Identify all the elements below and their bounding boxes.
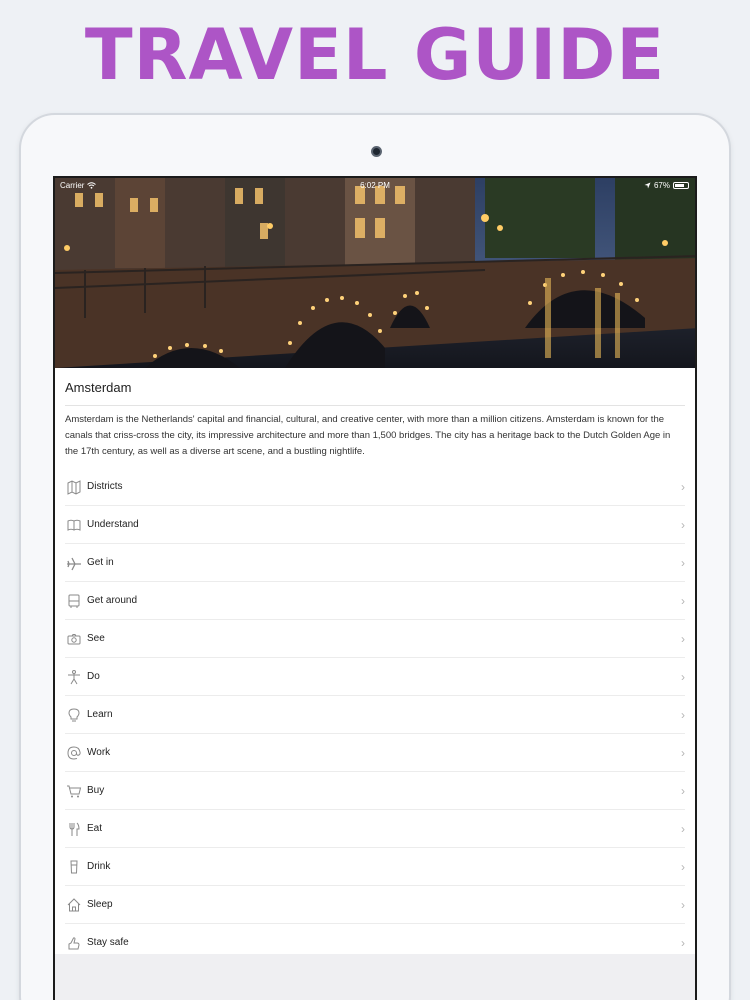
status-time: 6:02 PM: [360, 181, 390, 190]
cart-icon: [65, 782, 83, 800]
lightbulb-icon: [65, 706, 83, 724]
chevron-right-icon: ›: [681, 669, 685, 684]
hero-image: Carrier 6:02 PM 67%: [55, 178, 695, 368]
front-camera: [371, 146, 382, 157]
person-icon: [65, 668, 83, 686]
menu-item-buy[interactable]: Buy ›: [65, 772, 685, 810]
menu-item-label: Eat: [87, 823, 103, 834]
hand-icon: [65, 934, 83, 952]
menu-item-drink[interactable]: Drink ›: [65, 848, 685, 886]
chevron-right-icon: ›: [681, 745, 685, 760]
menu-item-label: Understand: [87, 519, 139, 530]
menu-item-get-around[interactable]: Get around ›: [65, 582, 685, 620]
menu-item-understand[interactable]: Understand ›: [65, 506, 685, 544]
chevron-right-icon: ›: [681, 555, 685, 570]
plane-icon: [65, 554, 83, 572]
location-arrow-icon: [644, 182, 651, 189]
glass-icon: [65, 858, 83, 876]
city-content: Amsterdam Amsterdam is the Netherlands' …: [55, 368, 695, 962]
city-title: Amsterdam: [65, 368, 685, 406]
chevron-right-icon: ›: [681, 897, 685, 912]
menu-item-see[interactable]: See ›: [65, 620, 685, 658]
chevron-right-icon: ›: [681, 821, 685, 836]
menu-item-label: Work: [87, 747, 111, 758]
map-icon: [65, 478, 83, 496]
chevron-right-icon: ›: [681, 631, 685, 646]
menu-item-label: See: [87, 633, 105, 644]
chevron-right-icon: ›: [681, 707, 685, 722]
menu-item-work[interactable]: Work ›: [65, 734, 685, 772]
chevron-right-icon: ›: [681, 593, 685, 608]
at-icon: [65, 744, 83, 762]
menu-item-eat[interactable]: Eat ›: [65, 810, 685, 848]
battery-percent: 67%: [653, 181, 670, 190]
cutlery-icon: [65, 820, 83, 838]
menu-item-label: Get around: [87, 595, 138, 606]
book-icon: [65, 516, 83, 534]
chevron-right-icon: ›: [681, 859, 685, 874]
menu-item-learn[interactable]: Learn ›: [65, 696, 685, 734]
chevron-right-icon: ›: [681, 935, 685, 950]
battery-icon: [673, 182, 689, 189]
menu-item-districts[interactable]: Districts ›: [65, 468, 685, 506]
section-menu: Districts › Understand › Get in › Get around › S…: [65, 468, 685, 962]
promo-headline: TRAVEL GUIDE: [84, 14, 666, 96]
menu-item-label: Do: [87, 671, 100, 682]
chevron-right-icon: ›: [681, 517, 685, 532]
device-screen: Carrier 6:02 PM 67% Amsterdam Amsterdam …: [53, 176, 697, 1000]
city-description: Amsterdam is the Netherlands' capital an…: [65, 414, 671, 457]
menu-item-label: Buy: [87, 785, 105, 796]
menu-item-label: Sleep: [87, 899, 113, 910]
camera-icon: [65, 630, 83, 648]
menu-item-get-in[interactable]: Get in ›: [65, 544, 685, 582]
menu-item-label: Get in: [87, 557, 114, 568]
bus-icon: [65, 592, 83, 610]
empty-footer-area: [55, 954, 695, 1000]
menu-item-label: Learn: [87, 709, 113, 720]
status-bar: Carrier 6:02 PM 67%: [55, 178, 695, 196]
chevron-right-icon: ›: [681, 783, 685, 798]
menu-item-sleep[interactable]: Sleep ›: [65, 886, 685, 924]
menu-item-label: Districts: [87, 481, 123, 492]
amsterdam-canal-photo: [55, 178, 695, 368]
menu-item-do[interactable]: Do ›: [65, 658, 685, 696]
house-icon: [65, 896, 83, 914]
menu-item-label: Drink: [87, 861, 111, 872]
chevron-right-icon: ›: [681, 479, 685, 494]
menu-item-label: Stay safe: [87, 937, 129, 948]
